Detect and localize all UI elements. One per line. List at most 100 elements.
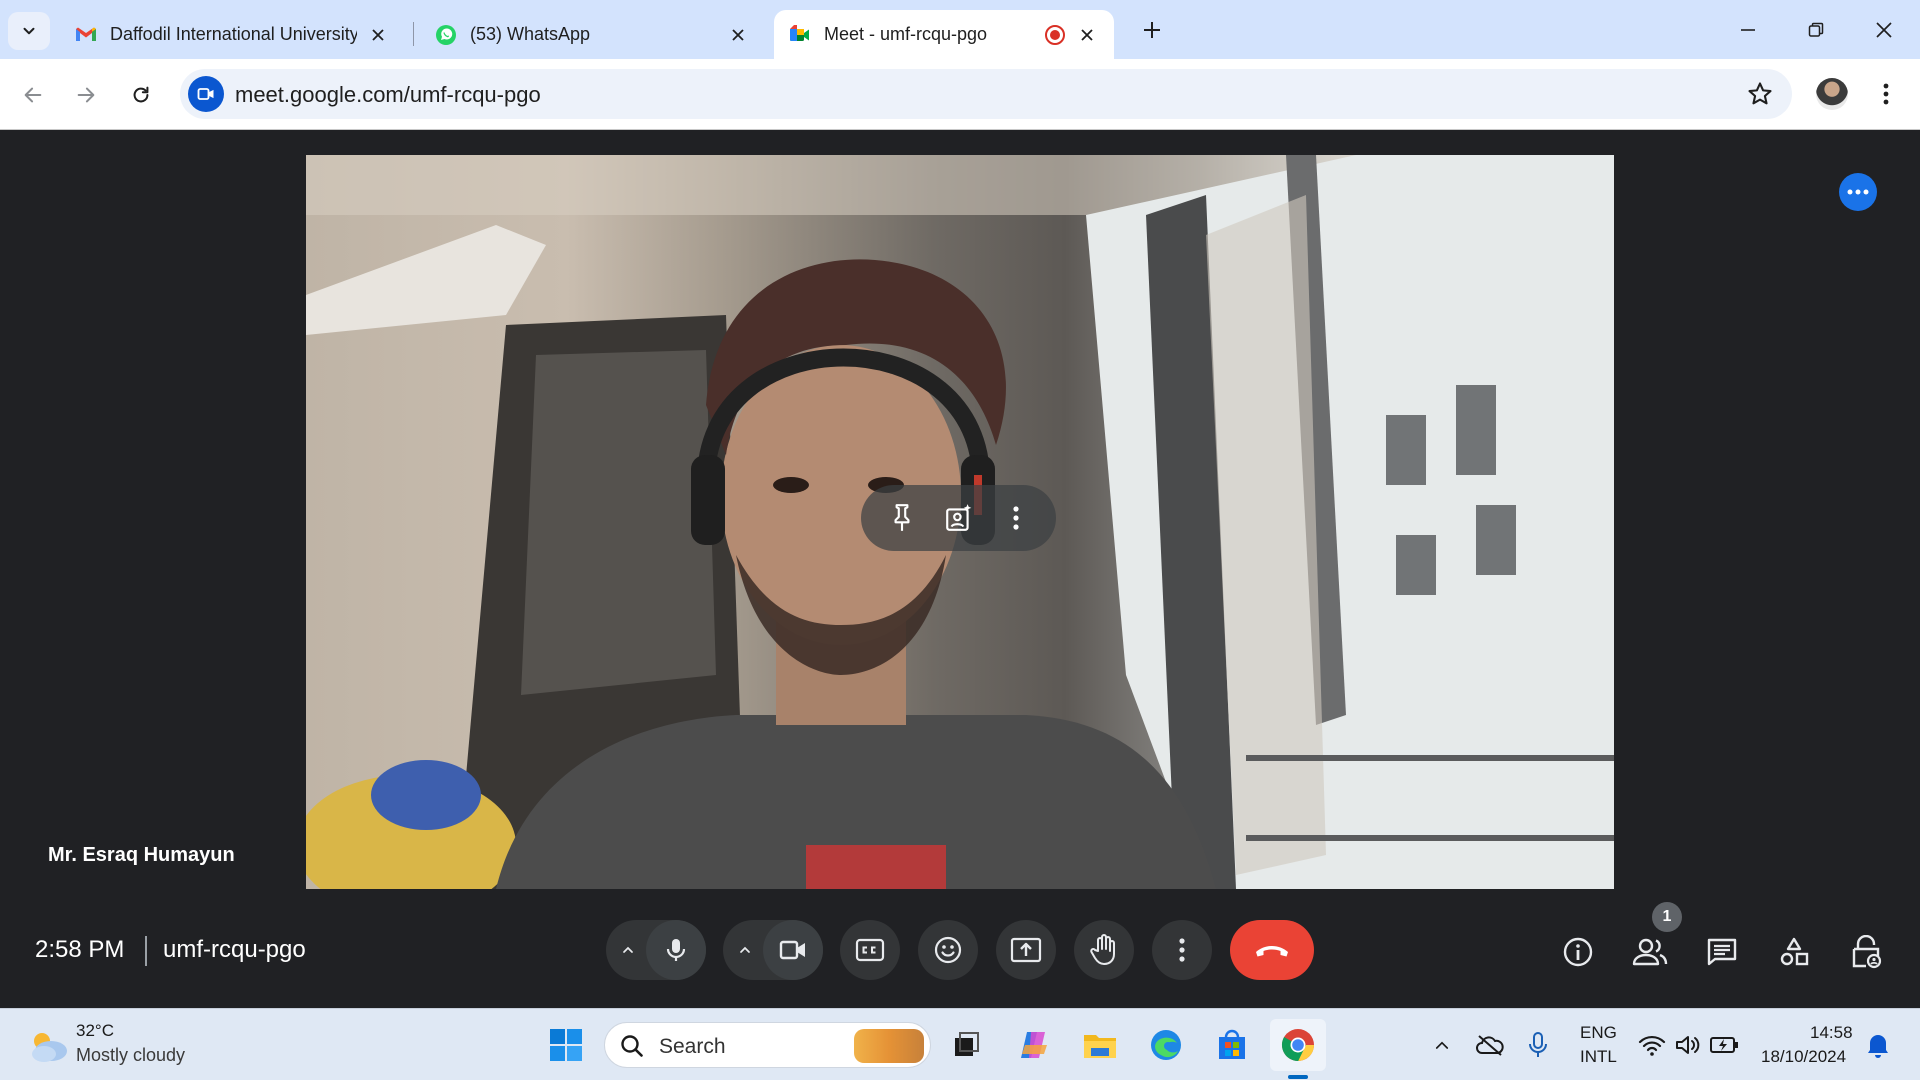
- info-icon: [1563, 937, 1593, 967]
- leave-call-button[interactable]: [1230, 920, 1314, 980]
- meeting-clock: 2:58 PM: [35, 936, 125, 963]
- close-window-button[interactable]: [1850, 0, 1918, 59]
- bookmark-star-icon[interactable]: [1746, 80, 1774, 108]
- arrow-right-icon: [77, 87, 95, 103]
- tab-search-button[interactable]: [8, 12, 50, 50]
- raise-hand-button[interactable]: [1074, 920, 1134, 980]
- close-icon: [372, 28, 384, 41]
- more-options-button[interactable]: [1152, 920, 1212, 980]
- forward-button[interactable]: [66, 75, 106, 115]
- cloud-sun-icon: [32, 1033, 67, 1062]
- file-explorer-button[interactable]: [1080, 1025, 1120, 1065]
- close-tab-button[interactable]: [1074, 22, 1100, 48]
- restore-button[interactable]: [1782, 0, 1850, 59]
- copilot-icon: [1021, 1032, 1047, 1058]
- reload-button[interactable]: [121, 75, 161, 115]
- participant-name: Mr. Esraq Humayun: [48, 844, 235, 866]
- tile-hover-controls: [861, 485, 1056, 551]
- volume-button[interactable]: [1668, 1025, 1708, 1065]
- close-tab-button[interactable]: [725, 22, 751, 48]
- copilot-button[interactable]: [1014, 1025, 1054, 1065]
- windows-logo-icon: [550, 1029, 582, 1061]
- microphone-icon: [1529, 1032, 1547, 1057]
- more-vertical-icon: [1179, 938, 1185, 962]
- microsoft-store-button[interactable]: [1212, 1025, 1252, 1065]
- microphone-in-use-button[interactable]: [1518, 1025, 1558, 1065]
- close-icon: [1876, 21, 1892, 38]
- people-count-badge: 1: [1652, 902, 1682, 932]
- arrow-left-icon: [24, 87, 42, 103]
- store-icon: [1219, 1029, 1245, 1059]
- tab-title: Meet - umf-rcqu-pgo: [824, 24, 988, 44]
- wifi-button[interactable]: [1632, 1025, 1672, 1065]
- running-app-indicator: [1288, 1075, 1308, 1079]
- edge-browser-button[interactable]: [1146, 1025, 1186, 1065]
- tab-daffodil[interactable]: Daffodil International University: [60, 10, 405, 59]
- back-button[interactable]: [13, 75, 53, 115]
- url-text: meet.google.com/umf-rcqu-pgo: [235, 82, 541, 107]
- captions-button[interactable]: [840, 920, 900, 980]
- browser-menu-button[interactable]: [1874, 77, 1898, 111]
- host-controls-button[interactable]: [1842, 928, 1890, 976]
- profile-avatar[interactable]: [1816, 78, 1848, 110]
- present-screen-button[interactable]: [996, 920, 1056, 980]
- weather-temperature: 32°C: [76, 1021, 114, 1040]
- participant-options-button[interactable]: [1839, 173, 1877, 211]
- clock-time: 14:58: [1810, 1023, 1853, 1042]
- chevron-up-icon: [1435, 1041, 1449, 1049]
- microphone-button[interactable]: [646, 920, 706, 980]
- tab-whatsapp[interactable]: (53) WhatsApp: [420, 10, 765, 59]
- show-hidden-icons-button[interactable]: [1422, 1025, 1462, 1065]
- battery-button[interactable]: [1704, 1025, 1744, 1065]
- tab-separator: [413, 22, 414, 46]
- bell-icon: [1868, 1035, 1888, 1058]
- chat-button[interactable]: [1698, 928, 1746, 976]
- activities-button[interactable]: [1770, 928, 1818, 976]
- meet-stage: Mr. Esraq Humayun: [0, 130, 1920, 1010]
- address-bar[interactable]: meet.google.com/umf-rcqu-pgo: [180, 69, 1792, 119]
- chevron-up-icon: [623, 946, 633, 953]
- pin-button[interactable]: [882, 498, 922, 538]
- camera-button[interactable]: [763, 920, 823, 980]
- site-info-button[interactable]: [188, 76, 224, 112]
- phone-hangup-icon: [1256, 946, 1288, 957]
- more-vertical-icon: [1883, 83, 1889, 105]
- chat-icon: [1707, 938, 1737, 966]
- chrome-icon: [1281, 1029, 1314, 1062]
- reactions-button[interactable]: [918, 920, 978, 980]
- google-meet-icon: [790, 24, 809, 41]
- browser-toolbar: meet.google.com/umf-rcqu-pgo: [0, 59, 1920, 130]
- browser-tab-strip: Daffodil International University (53) W…: [0, 0, 1920, 59]
- video-settings-button[interactable]: [723, 920, 767, 980]
- close-icon: [1081, 28, 1093, 41]
- new-tab-button[interactable]: [1134, 12, 1170, 48]
- onedrive-button[interactable]: [1470, 1025, 1510, 1065]
- frame-person-button[interactable]: [939, 498, 979, 538]
- close-tab-button[interactable]: [365, 22, 391, 48]
- windows-taskbar: 32°C Mostly cloudy Search ENG INTL 14:58…: [0, 1008, 1920, 1080]
- battery-charging-icon: [1710, 1037, 1738, 1053]
- minimize-button[interactable]: [1714, 0, 1782, 59]
- gmail-icon: [76, 27, 96, 41]
- chrome-taskbar-button[interactable]: [1278, 1025, 1318, 1065]
- search-placeholder: Search: [659, 1035, 726, 1058]
- language-code: ENG: [1580, 1023, 1617, 1042]
- tab-meet[interactable]: Meet - umf-rcqu-pgo: [774, 10, 1114, 59]
- notifications-button[interactable]: [1858, 1025, 1898, 1065]
- meeting-details-button[interactable]: [1554, 928, 1602, 976]
- tile-more-options-button[interactable]: [996, 498, 1036, 538]
- raise-hand-icon: [1090, 934, 1115, 965]
- keyboard-layout: INTL: [1580, 1047, 1617, 1066]
- audio-settings-button[interactable]: [606, 920, 650, 980]
- camera-control-group: [723, 920, 823, 980]
- task-view-button[interactable]: [946, 1025, 986, 1065]
- start-button[interactable]: [546, 1025, 586, 1065]
- microphone-icon: [666, 939, 686, 961]
- video-camera-icon: [779, 940, 805, 960]
- meet-control-bar: 2:58 PM umf-rcqu-pgo: [0, 898, 1920, 1008]
- participant-video-tile[interactable]: [306, 155, 1614, 889]
- speaker-icon: [1676, 1036, 1700, 1054]
- pin-icon: [894, 504, 909, 531]
- people-button[interactable]: [1626, 928, 1674, 976]
- taskbar-search[interactable]: Search: [604, 1022, 931, 1068]
